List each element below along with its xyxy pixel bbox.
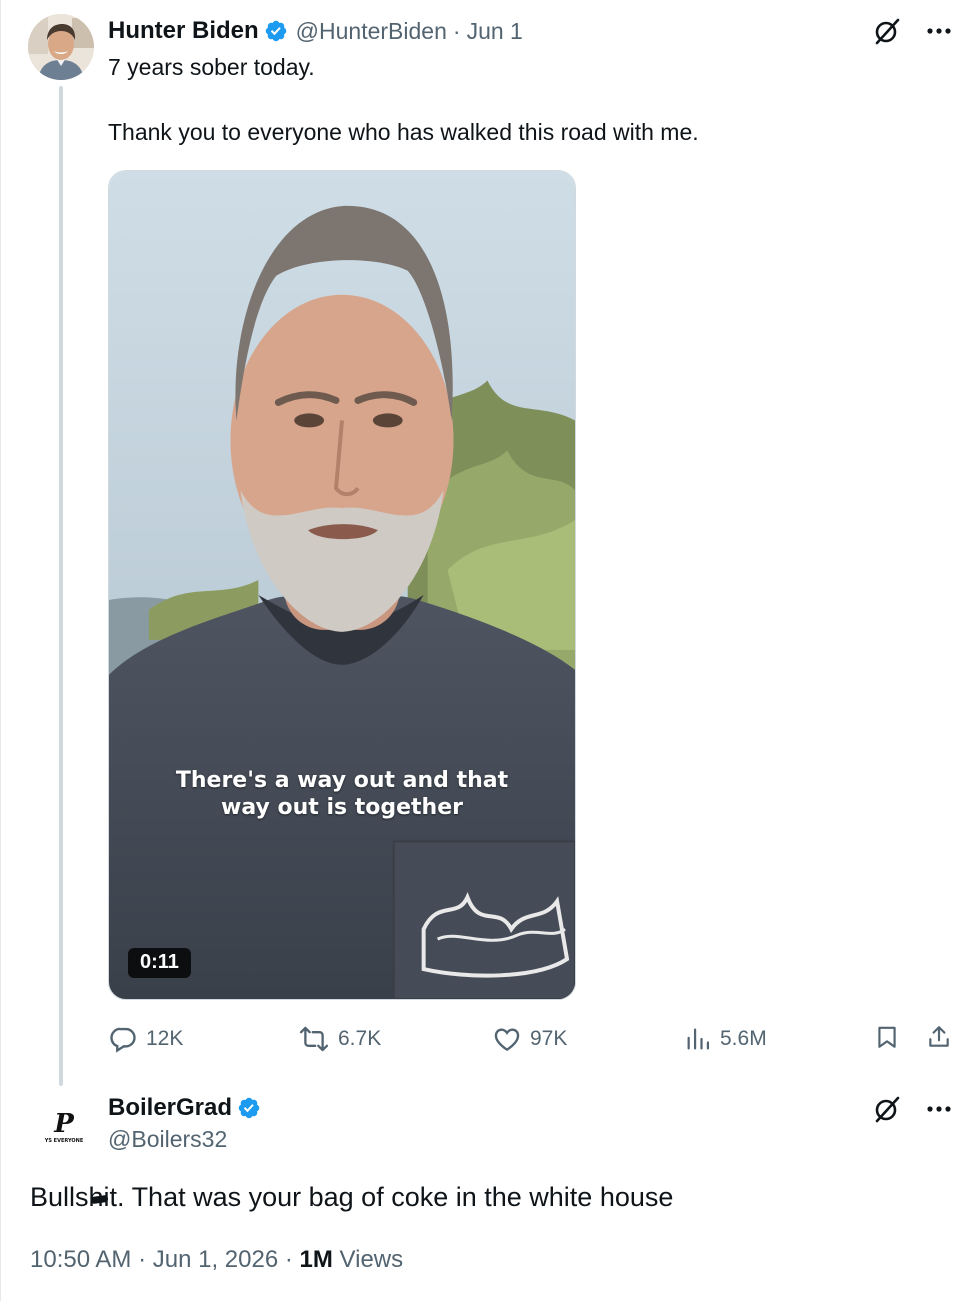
reply-icon [110,1027,136,1053]
like-button[interactable]: 97K [492,1024,567,1054]
tweet-header: Hunter Biden @HunterBiden · Jun 1 [108,16,523,46]
redacted-word: hi [88,1182,110,1212]
tweet-date[interactable]: Jun 1 [467,18,523,45]
like-count: 97K [530,1027,568,1050]
avatar[interactable] [28,14,94,80]
thread-connector [59,86,63,1086]
reply-text: Bullshit. That was your bag of coke in t… [30,1182,673,1213]
views-button[interactable]: 5.6M [684,1024,767,1054]
reply-text-start: Bulls [30,1182,89,1212]
avatar-logo-text: P [53,1109,75,1139]
reply-count: 12K [146,1027,184,1050]
reply-button[interactable]: 12K [108,1024,183,1054]
like-icon [494,1028,520,1052]
views-count: 5.6M [720,1027,767,1050]
reply-top-actions [872,1094,952,1124]
separator-dot: · [452,17,461,44]
video-player[interactable]: There's a way out and that way out is to… [108,170,576,1000]
views-count: 1M [299,1246,333,1273]
caption-line1: There's a way out and that [175,768,509,793]
secondary-actions [874,1022,952,1052]
separator-dot: · [284,1246,293,1273]
reply-date[interactable]: Jun 1, 2026 [153,1246,278,1273]
share-icon[interactable] [926,1022,952,1052]
reply-metadata: 10:50 AM · Jun 1, 2026 · 1M Views [30,1246,403,1274]
more-icon[interactable] [926,27,952,35]
views-label: Views [339,1246,404,1273]
reply-author-name[interactable]: BoilerGrad [108,1094,232,1122]
avatar-tagline: YS EVERYONE [44,1138,84,1144]
page-border [0,0,1,1301]
reply-header: BoilerGrad [108,1093,269,1123]
caption-line2: way out is together [221,795,463,820]
separator-dot: · [138,1246,147,1273]
video-duration-badge: 0:11 [128,948,191,978]
repost-icon [299,1026,329,1052]
tweet-text-line1: 7 years sober today. [108,54,315,80]
author-handle[interactable]: @HunterBiden [296,18,447,45]
video-frame [109,171,575,999]
repost-button[interactable]: 6.7K [298,1024,381,1054]
verified-badge-icon[interactable] [264,19,288,43]
reply-text-end: t. That was your bag of coke in the whit… [109,1182,674,1212]
video-caption: There's a way out and that way out is to… [109,767,575,821]
verified-badge-icon[interactable] [237,1096,261,1120]
grok-icon[interactable] [872,1094,902,1124]
views-icon [687,1028,710,1050]
reply-author-handle[interactable]: @Boilers32 [108,1126,227,1153]
tweet-top-actions [872,16,952,46]
repost-count: 6.7K [338,1027,382,1050]
grok-icon[interactable] [872,16,902,46]
tweet-text-line2: Thank you to everyone who has walked thi… [108,119,699,145]
more-icon[interactable] [926,1105,952,1113]
author-name[interactable]: Hunter Biden [108,17,259,45]
reply-avatar[interactable]: P YS EVERYONE [36,1100,92,1156]
reply-time[interactable]: 10:50 AM [30,1246,131,1273]
bookmark-icon[interactable] [874,1022,900,1052]
